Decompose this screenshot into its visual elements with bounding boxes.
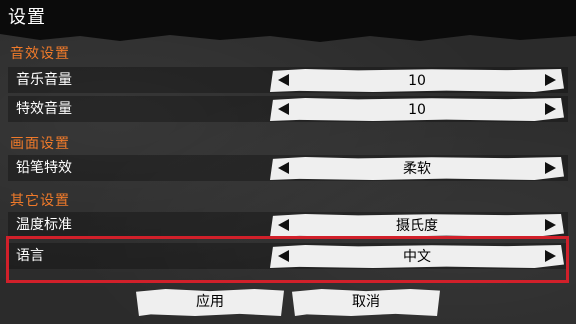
row-music-volume: 音乐音量 10 [8, 67, 568, 93]
temperature-unit-stepper[interactable]: 摄氏度 [270, 214, 564, 237]
decrease-arrow-icon[interactable] [278, 74, 289, 86]
sfx-volume-stepper[interactable]: 10 [270, 98, 564, 121]
increase-arrow-icon[interactable] [545, 74, 556, 86]
row-temperature-unit: 温度标准 摄氏度 [8, 212, 568, 238]
sfx-volume-label: 特效音量 [16, 101, 72, 117]
temperature-unit-value: 摄氏度 [396, 218, 438, 234]
row-sfx-volume: 特效音量 10 [8, 96, 568, 122]
language-highlight-frame [6, 236, 569, 283]
sfx-volume-value: 10 [408, 102, 426, 118]
music-volume-value: 10 [408, 73, 426, 89]
pencil-effect-label: 铅笔特效 [16, 160, 72, 176]
section-video-title: 画面设置 [10, 136, 70, 152]
increase-arrow-icon[interactable] [545, 219, 556, 231]
increase-arrow-icon[interactable] [545, 162, 556, 174]
decrease-arrow-icon[interactable] [278, 103, 289, 115]
row-pencil-effect: 铅笔特效 柔软 [8, 155, 568, 181]
decrease-arrow-icon[interactable] [278, 162, 289, 174]
music-volume-label: 音乐音量 [16, 72, 72, 88]
decrease-arrow-icon[interactable] [278, 219, 289, 231]
torn-edge [0, 34, 576, 42]
music-volume-stepper[interactable]: 10 [270, 69, 564, 92]
section-other-title: 其它设置 [10, 193, 70, 209]
cancel-button[interactable]: 取消 [292, 289, 440, 316]
apply-button[interactable]: 应用 [136, 289, 284, 316]
window-title: 设置 [8, 7, 46, 28]
increase-arrow-icon[interactable] [545, 103, 556, 115]
section-audio-title: 音效设置 [10, 46, 70, 62]
temperature-unit-label: 温度标准 [16, 217, 72, 233]
pencil-effect-stepper[interactable]: 柔软 [270, 157, 564, 180]
pencil-effect-value: 柔软 [403, 161, 431, 177]
